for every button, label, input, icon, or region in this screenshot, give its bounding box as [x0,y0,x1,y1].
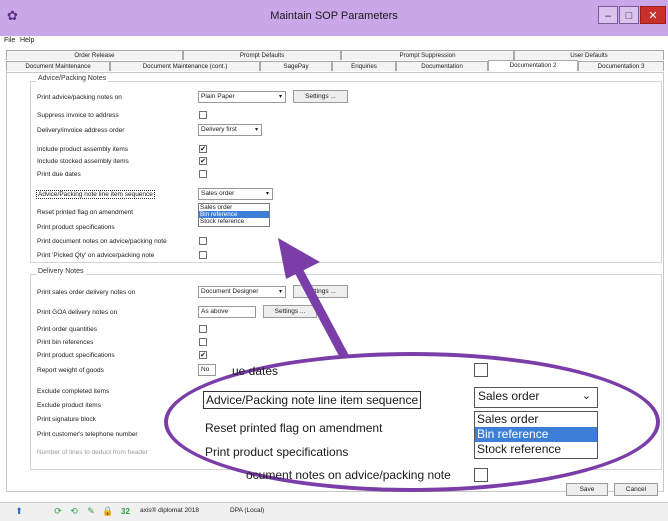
zoom-line-seq-value: Sales order [478,389,540,403]
refresh-icon[interactable]: ⟳ [53,506,63,516]
zoom-option-stock-reference[interactable]: Stock reference [475,442,597,457]
user-icon[interactable]: ⬆ [14,506,24,516]
zoom-line-seq-label: Advice/Packing note line item sequence [203,391,422,409]
status-bar [0,502,668,521]
zoom-print-doc-notes-label: ocument notes on advice/packing note [246,468,451,482]
zoom-line-seq-dropdown: Sales order Bin reference Stock referenc… [474,411,598,459]
zoom-reset-printed-label: Reset printed flag on amendment [205,421,383,435]
zoom-option-bin-reference[interactable]: Bin reference [475,427,597,442]
status-product: axis® diplomat 2018 [140,507,199,514]
zoom-due-dates-checkbox[interactable] [474,363,488,377]
status-company: DPA (Local) [230,507,265,514]
zoom-due-dates-label: ue dates [232,364,279,378]
status-count: 32 [121,507,130,516]
chevron-down-icon: ⌄ [581,390,591,402]
sync-icon[interactable]: ⟲ [69,506,79,516]
zoom-option-sales-order[interactable]: Sales order [475,412,597,427]
zoom-print-doc-notes-checkbox[interactable] [474,468,488,482]
zoom-print-product-specs-label: Print product specifications [205,445,349,459]
zoom-line-seq-select[interactable]: Sales order ⌄ [474,387,598,408]
lock-icon[interactable]: 🔒 [102,506,113,516]
edit-icon[interactable]: ✎ [86,506,96,516]
